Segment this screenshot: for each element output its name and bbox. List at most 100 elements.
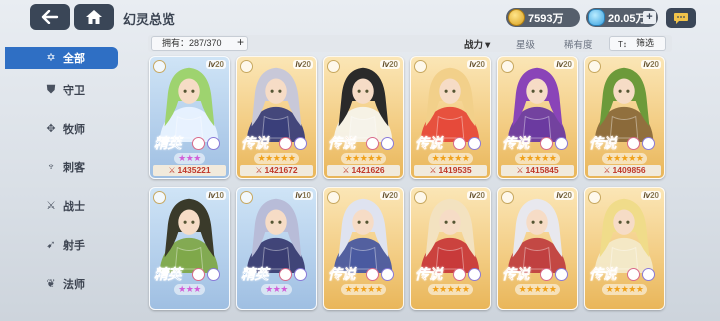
rarity-tag: 传说 [502,266,530,282]
star-icons: ★★★★★ [601,284,648,295]
spirit-card[interactable]: lv20 传说 ★★★★★ ⚔ 1419535 [410,56,491,179]
level-value: 20 [302,60,311,69]
gold-counter: 7593万 [506,8,580,27]
star-icons: ★★★★★ [514,284,561,295]
class-sidebar: ✡ 全部 ⛊ 守卫 ✥ 牧师 ♆ 刺客 ⚔ 战士 ➹ 射手 ❦ 法师 [0,47,125,305]
star-rating: ★★★ [150,153,229,164]
sidebar-item-label: 全部 [63,53,85,65]
skill-crest-icon [642,137,655,150]
combat-power-value: 1435221 [177,165,211,175]
star-rating: ★★★★★ [498,153,577,164]
star-icons: ★★★★★ [340,153,387,164]
sidebar-item-assassin[interactable]: ♆ 刺客 [0,149,125,185]
skill-crest-icon [468,137,481,150]
sidebar-item-archer[interactable]: ➹ 射手 [0,227,125,263]
spirit-card[interactable]: lv20传说★★★★★⚔ [584,187,665,310]
combat-power-value: 1409856 [612,165,646,175]
sword-icon: ⚔ [429,166,437,175]
combat-power-value: 1421672 [264,165,298,175]
spirit-card[interactable]: lv10精英★★★⚔ [149,187,230,310]
star-icons: ★★★★★ [601,153,648,164]
star-icons: ★★★★★ [427,284,474,295]
combat-power: ⚔ 1415845 [501,165,574,176]
combat-power-value: 1415845 [525,165,559,175]
level-badge: lv10 [293,191,313,200]
level-value: 20 [389,60,398,69]
back-button[interactable] [30,4,70,30]
sidebar-item-mage[interactable]: ❦ 法师 [0,266,125,302]
sidebar-item-label: 守卫 [63,84,85,97]
add-gems-button[interactable]: + [643,11,656,24]
star-icons: ★★★ [174,284,205,295]
element-icon [414,60,427,73]
skill-crest-icon [294,268,307,281]
filter-button[interactable]: T↕ 筛选 [609,36,666,51]
home-button[interactable] [74,4,114,30]
gem-icon [588,9,605,26]
chat-bubble-icon [674,12,688,24]
spirit-card[interactable]: lv20 传说 ★★★★★ ⚔ 1421626 [323,56,404,179]
sword-icon: ⚔ [516,166,524,175]
spirit-card[interactable]: lv20 精英 ★★★ ⚔ 1435221 [149,56,230,179]
star-icons: ★★★★★ [427,153,474,164]
spirit-card[interactable]: lv20 传说 ★★★★★ ⚔ 1421672 [236,56,317,179]
star-rating: ★★★★★ [411,153,490,164]
star-rating: ★★★ [150,284,229,295]
star-rating: ★★★★★ [585,284,664,295]
level-value: 20 [650,60,659,69]
warrior-icon: ⚔ [46,200,56,213]
skill-swirl-icon [453,137,466,150]
skill-swirl-icon [366,268,379,281]
filter-bar: 拥有：287/370 + 战力▼ 星级 稀有度 T↕ 筛选 [148,35,672,52]
spirit-card[interactable]: lv20传说★★★★★⚔ [410,187,491,310]
skill-swirl-icon [279,137,292,150]
star-icons: ★★★ [261,284,292,295]
level-badge: lv20 [467,60,487,69]
spirit-card[interactable]: lv20 传说 ★★★★★ ⚔ 1409856 [584,56,665,179]
sort-tab-rarity[interactable]: 稀有度 [564,37,593,51]
combat-power-value: 1421626 [351,165,385,175]
archer-icon: ➹ [46,238,56,251]
level-badge: lv20 [641,191,661,200]
combat-power-value: 1419535 [438,165,472,175]
spirit-card[interactable]: lv20传说★★★★★⚔ [497,187,578,310]
sidebar-item-all[interactable]: ✡ 全部 [5,47,118,69]
level-badge: lv20 [380,191,400,200]
star-rating: ★★★ [237,284,316,295]
top-bar: 幻灵总览 7593万 20.05万 + [0,0,720,34]
level-badge: lv20 [380,60,400,69]
chat-button[interactable] [666,8,696,28]
sidebar-item-warrior[interactable]: ⚔ 战士 [0,188,125,224]
star-icons: ★★★★★ [340,284,387,295]
skill-crest-icon [381,268,394,281]
spirit-card[interactable]: lv20 传说 ★★★★★ ⚔ 1415845 [497,56,578,179]
skill-swirl-icon [192,137,205,150]
level-value: 20 [389,191,398,200]
element-icon [588,60,601,73]
element-icon [153,191,166,204]
expand-plus-icon: + [236,35,244,49]
skill-crest-icon [207,268,220,281]
sort-tab-stars[interactable]: 星级 [516,37,535,51]
star-icons: ★★★★★ [253,153,300,164]
priest-icon: ✥ [46,122,56,135]
sidebar-item-priest[interactable]: ✥ 牧师 [0,111,125,147]
combat-power: ⚔ 1435221 [153,165,226,176]
sort-tab-power[interactable]: 战力▼ [464,37,492,51]
rarity-tag: 传说 [589,266,617,282]
rarity-tag: 传说 [502,135,530,151]
spirit-card[interactable]: lv20传说★★★★★⚔ [323,187,404,310]
skill-crest-icon [642,268,655,281]
gold-amount: 7593万 [528,12,564,25]
owned-counter[interactable]: 拥有：287/370 + [151,36,248,51]
star-rating: ★★★★★ [585,153,664,164]
spirit-card[interactable]: lv10精英★★★⚔ [236,187,317,310]
skill-swirl-icon [453,268,466,281]
skill-crest-icon [381,137,394,150]
all-star-icon: ✡ [46,52,56,64]
skill-crest-icon [294,137,307,150]
level-badge: lv10 [206,191,226,200]
level-badge: lv20 [293,60,313,69]
element-icon [240,60,253,73]
sidebar-item-guard[interactable]: ⛊ 守卫 [0,72,125,108]
